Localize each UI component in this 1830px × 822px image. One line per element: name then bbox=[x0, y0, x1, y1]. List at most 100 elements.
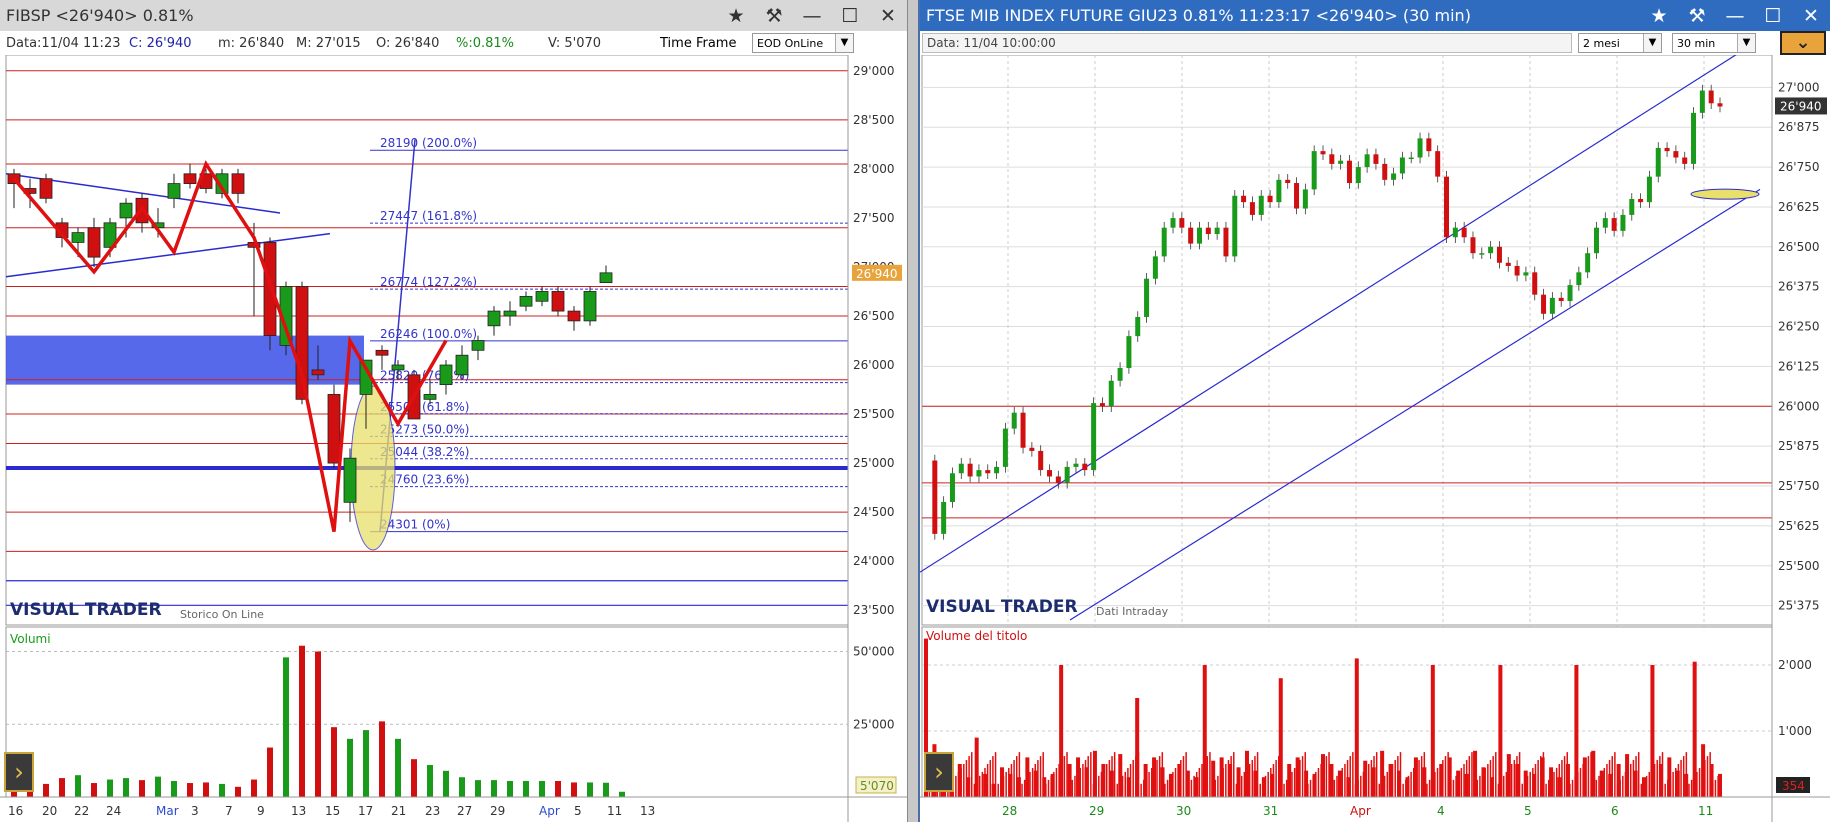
candle-body bbox=[1205, 227, 1211, 235]
volume-bar bbox=[1645, 775, 1648, 797]
volume-bar bbox=[1150, 767, 1153, 797]
info-min: m: 26'840 bbox=[218, 36, 285, 51]
volume-bar bbox=[1365, 767, 1367, 797]
fib-level-label: 25503 (61.8%) bbox=[380, 400, 469, 414]
right-titlebar[interactable]: FTSE MIB INDEX FUTURE GIU23 0.81% 11:23:… bbox=[920, 0, 1830, 31]
volume-bar bbox=[235, 786, 241, 797]
volume-bar bbox=[1632, 760, 1635, 797]
volume-bar bbox=[363, 730, 369, 797]
volume-bar bbox=[1037, 760, 1039, 797]
volume-bar bbox=[1206, 756, 1209, 797]
volume-bar bbox=[1010, 764, 1013, 797]
hammer-icon[interactable]: ⚒ bbox=[1678, 0, 1716, 31]
candle-body bbox=[1611, 218, 1617, 231]
scroll-right-button[interactable]: › bbox=[924, 752, 954, 792]
timeframe-select[interactable]: EOD OnLine ▼ bbox=[752, 33, 854, 53]
candle-body bbox=[1488, 246, 1494, 254]
volume-bar bbox=[1330, 783, 1333, 797]
candle-body bbox=[1549, 297, 1555, 314]
volume-bar bbox=[1280, 752, 1283, 797]
candle-body bbox=[119, 202, 133, 219]
volume-bar bbox=[1381, 779, 1383, 797]
candle-body bbox=[1082, 463, 1088, 471]
volume-bar bbox=[1585, 760, 1587, 797]
volume-bar bbox=[1566, 752, 1568, 797]
price-tick-label: 26'500 bbox=[1778, 240, 1819, 254]
volume-bar bbox=[1555, 767, 1558, 797]
maximize-icon[interactable]: ☐ bbox=[1754, 0, 1792, 31]
minimize-icon[interactable]: — bbox=[1716, 0, 1754, 31]
volume-bar bbox=[989, 760, 992, 797]
maximize-icon[interactable]: ☐ bbox=[831, 0, 869, 31]
left-titlebar[interactable]: FIBSP <26'940> 0.81% ★ ⚒ — ☐ ✕ bbox=[0, 0, 907, 31]
star-icon[interactable]: ★ bbox=[1640, 0, 1678, 31]
ftsemib-chart-window[interactable]: FTSE MIB INDEX FUTURE GIU23 0.81% 11:23:… bbox=[918, 0, 1830, 822]
interval-select[interactable]: 30 min ▼ bbox=[1672, 33, 1756, 53]
volume-bar bbox=[1053, 771, 1055, 797]
volume-bar bbox=[1677, 764, 1680, 797]
volume-bar bbox=[1465, 760, 1468, 797]
chevron-down-icon[interactable]: ▼ bbox=[1737, 34, 1755, 52]
volume-bar bbox=[187, 783, 193, 797]
chevron-down-icon[interactable]: ▼ bbox=[1643, 34, 1661, 52]
volume-tick-label: 1'000 bbox=[1778, 724, 1812, 738]
hammer-icon[interactable]: ⚒ bbox=[755, 0, 793, 31]
volume-bar bbox=[1410, 771, 1412, 797]
candle-body bbox=[1232, 195, 1238, 257]
volume-bar bbox=[1460, 767, 1463, 797]
candle-body bbox=[1241, 195, 1247, 203]
volume-bar bbox=[1362, 771, 1365, 797]
volume-bar bbox=[1643, 779, 1645, 797]
time-tick-label: 29 bbox=[1089, 804, 1104, 818]
volume-bar bbox=[1344, 764, 1346, 797]
candle-body bbox=[1223, 227, 1229, 257]
left-price-chart[interactable]: 28190 (200.0%) 27447 (161.8%) 26774 (127.2… bbox=[0, 55, 908, 822]
candle-body bbox=[535, 291, 549, 302]
volume-bar bbox=[1447, 752, 1449, 797]
volume-bar bbox=[1243, 771, 1246, 797]
brand-subtitle: Storico On Line bbox=[180, 608, 264, 621]
volume-bar bbox=[1169, 775, 1171, 797]
last-price-tag-label: 26'940 bbox=[856, 267, 897, 281]
time-tick-label: 28 bbox=[1002, 804, 1017, 818]
volume-bar bbox=[1315, 771, 1317, 797]
volume-bar bbox=[1161, 752, 1164, 797]
right-price-chart[interactable]: 27'000 26'875 26'750 26'625 26'500 26'375 26'2… bbox=[920, 55, 1830, 822]
volume-bar bbox=[1386, 771, 1389, 797]
volume-bar bbox=[1211, 783, 1214, 797]
chevron-down-icon[interactable]: ▼ bbox=[835, 34, 853, 52]
volume-bar bbox=[1603, 767, 1606, 797]
candle-body bbox=[311, 369, 325, 376]
price-tick-label: 25'000 bbox=[853, 456, 894, 470]
minimize-icon[interactable]: — bbox=[793, 0, 831, 31]
fibsp-chart-window[interactable]: FIBSP <26'940> 0.81% ★ ⚒ — ☐ ✕ Data:11/0… bbox=[0, 0, 908, 822]
price-tick-label: 25'500 bbox=[853, 407, 894, 421]
candle-body bbox=[985, 470, 991, 474]
collapse-toggle-button[interactable]: ⌄ bbox=[1780, 31, 1826, 55]
close-icon[interactable]: ✕ bbox=[869, 0, 907, 31]
volume-bar bbox=[1285, 779, 1288, 797]
volume-bar bbox=[1436, 767, 1439, 797]
price-tick-label: 28'500 bbox=[853, 113, 894, 127]
candle-body bbox=[1188, 227, 1194, 244]
scroll-right-button[interactable]: › bbox=[4, 752, 34, 792]
price-tick-label: 29'000 bbox=[853, 64, 894, 78]
time-tick-label: 6 bbox=[1611, 804, 1619, 818]
period-value: 2 mesi bbox=[1583, 37, 1620, 50]
period-select[interactable]: 2 mesi ▼ bbox=[1578, 33, 1662, 53]
volume-bar bbox=[1524, 779, 1526, 797]
close-icon[interactable]: ✕ bbox=[1792, 0, 1830, 31]
candle-body bbox=[1161, 227, 1167, 257]
star-icon[interactable]: ★ bbox=[717, 0, 755, 31]
window-separator[interactable] bbox=[908, 0, 918, 822]
volume-bar bbox=[1095, 779, 1097, 797]
price-tick-label: 24'500 bbox=[853, 505, 894, 519]
volume-bar bbox=[1098, 775, 1100, 797]
volume-bar bbox=[1508, 767, 1510, 797]
candle-body bbox=[994, 466, 1000, 474]
volume-bar bbox=[1132, 760, 1134, 797]
candle-body bbox=[1355, 167, 1361, 184]
brand-logo: VISUAL TRADER bbox=[926, 597, 1078, 617]
volume-bar bbox=[603, 782, 609, 797]
volume-bar bbox=[1651, 767, 1653, 797]
